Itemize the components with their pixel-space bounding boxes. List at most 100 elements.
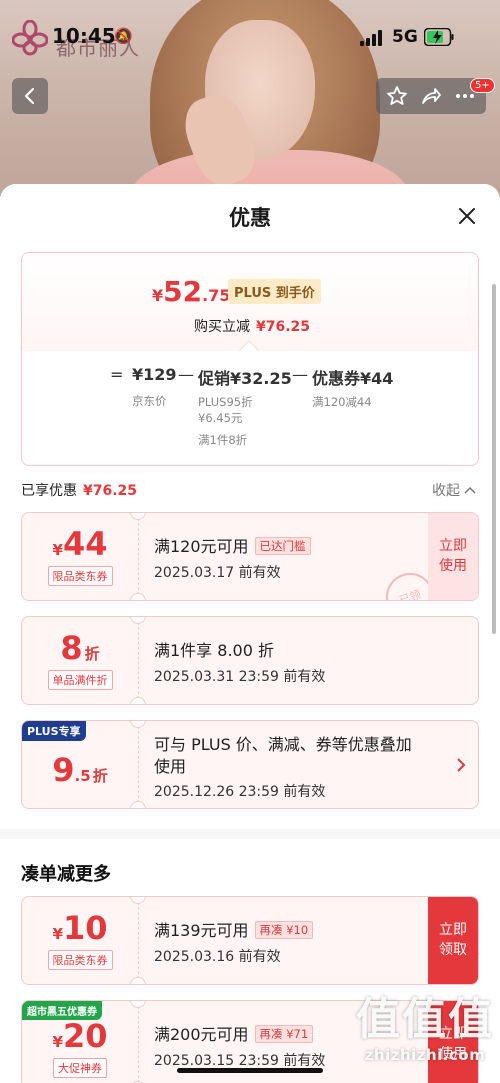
coupon-currency: ¥ [52,924,63,943]
coupon-amount-number: 9 [52,750,75,789]
coupon-divider [138,617,139,704]
coupon-type: 限品类东券 [47,949,113,970]
coupon-validity: 2025.03.16 前有效 [154,949,281,965]
coupon-value-block: ¥44 限品类东券 [22,513,138,600]
use-now-label-2: 使用 [439,557,467,574]
coupon-value-block: ¥10 限品类东券 [22,897,138,984]
minus-sign-2: — [292,365,308,384]
jd-price-label: 京东价 [132,394,167,408]
coupon-type: 单品满件折 [47,669,113,690]
coupon-amount: ¥10 [53,912,108,944]
coupon-notch [130,801,146,808]
chevron-left-icon [24,87,35,105]
coupon-validity: 2025.12.26 23:59 前有效 [154,784,326,800]
promo-sub-plus: PLUS95折 [198,395,253,409]
enjoyed-label: 已享优惠 [21,483,77,499]
watermark-url: zhizhizhi.com [364,1046,486,1064]
coupon-type: 限品类东券 [47,565,113,586]
network-type: 5G [392,27,418,47]
section-title: 凑单减更多 [21,864,111,885]
final-price: ¥52.75 [152,275,230,308]
sheet-title: 优惠 [229,206,271,230]
discount-sheet: 优惠 ¥52.75 PLUS 到手价 购买立减 ¥76.25 = ¥129 京东价… [0,184,500,1083]
plus-price-tag: PLUS 到手价 [228,279,321,304]
cellular-signal-icon [360,30,382,46]
coupon-value-block: 8折 单品满件折 [22,617,138,704]
threshold-reached-tag: 已达门槛 [254,537,311,555]
coupon-amount-number: 20 [62,1016,108,1055]
use-now-button[interactable]: 立即 使用 [428,513,478,600]
instant-discount-label: 购买立减 [194,319,250,335]
coupon-condition: 满1件享 8.00 折 [154,641,274,660]
chevron-right-icon [457,758,466,772]
price-breakdown-card: ¥52.75 PLUS 到手价 购买立减 ¥76.25 = ¥129 京东价 — … [21,252,479,466]
coupon-amount-number: 44 [62,524,108,563]
coupon-divider [138,897,139,984]
coupon-amount-number: 10 [62,908,108,947]
status-time: 10:45 [52,24,116,48]
coupon-condition: 满139元可用 再凑 ¥10 [154,917,314,941]
final-price-integer: 52 [163,275,203,308]
use-now-label-1: 立即 [439,537,467,554]
coupon-currency: ¥ [52,1032,63,1051]
claim-now-button[interactable]: 立即 领取 [428,897,478,984]
coupon-amount: 9.5 折 [52,754,107,786]
watermark-logo: 值值值 [356,994,494,1045]
battery-charging-icon [424,28,454,46]
coupon-discount: 优惠券¥44 [312,369,394,388]
promo-sub-full: 满1件8折 [198,433,248,447]
coupon-amount-number: 8 [60,628,83,667]
claim-label-2: 领取 [439,941,467,958]
favorite-star-icon[interactable] [386,85,408,107]
sheet-top-section: 优惠 ¥52.75 PLUS 到手价 购买立减 ¥76.25 = ¥129 京东价… [0,184,500,829]
coupon-validity: 2025.03.31 23:59 前有效 [154,669,326,685]
plus-exclusive-ribbon: PLUS专享 [22,721,86,741]
coupon-amount: ¥44 [53,528,108,560]
scrollbar[interactable] [492,284,496,634]
coupon-condition: 满120元可用 已达门槛 [154,533,311,557]
enjoyed-discount: 已享优惠 ¥76.25 [21,480,137,500]
coupon-unit: 折 [92,766,108,785]
coupon-type: 大促神券 [53,1057,107,1078]
claim-label-1: 立即 [439,921,467,938]
add-more-tag: 再凑 ¥71 [254,1025,314,1043]
coupon-divider [138,721,139,808]
promo-sub-amount: ¥6.45元 [198,411,243,425]
coupon-discount-label: 满120减44 [312,395,372,409]
final-price-currency: ¥ [152,286,164,305]
coupon-condition-line2: 使用 [154,757,187,777]
home-indicator[interactable] [177,1068,323,1073]
back-button[interactable] [12,78,48,114]
status-bar: 10:45 🔕 5G [0,0,500,56]
coupon-notch [130,697,146,704]
coupon-amount: 8折 [60,632,99,664]
coupon-notch [130,593,146,600]
coupon-notch [130,977,146,984]
message-count-badge: 5+ [470,78,495,93]
plus-discount-card[interactable]: 9.5 折 PLUS专享 可与 PLUS 价、满减、券等优惠叠加 使用 2025.1… [21,720,479,809]
instant-discount: 购买立减 ¥76.25 [194,316,310,336]
watermark: 值值值 zhizhizhi.com [350,994,500,1065]
coupon-divider [138,513,139,600]
final-price-decimal: .75 [202,286,231,305]
coupon-amount: ¥20 [53,1020,108,1052]
add-more-tag: 再凑 ¥10 [254,921,314,939]
collapse-label: 收起 [432,483,460,499]
coupon-card: 8折 单品满件折 满1件享 8.00 折 2025.03.31 23:59 前有… [21,616,479,705]
coupon-card: ¥10 限品类东券 满139元可用 再凑 ¥10 2025.03.16 前有效 立… [21,896,479,985]
promo-discount: 促销¥32.25 [198,369,292,388]
enjoyed-amount: ¥76.25 [83,483,138,499]
jd-price: ¥129 [132,365,177,384]
coupon-condition: 可与 PLUS 价、满减、券等优惠叠加 使用 [154,734,444,779]
collapse-button[interactable]: 收起 [432,480,476,500]
coupon-unit: 折 [84,644,100,663]
coupon-divider [138,1001,139,1083]
share-icon[interactable] [420,85,442,107]
close-icon[interactable] [455,204,479,228]
coupon-validity: 2025.03.17 前有效 [154,565,281,581]
coupon-condition-line1: 可与 PLUS 价、满减、券等优惠叠加 [154,735,412,754]
supermarket-coupon-ribbon: 超市黑五优惠券 [22,1001,102,1020]
coupon-condition-text: 满200元可用 [154,1025,249,1044]
coupon-condition-text: 满139元可用 [154,921,249,940]
coupon-card: ¥44 限品类东券 满120元可用 已达门槛 2025.03.17 前有效 已领 … [21,512,479,601]
